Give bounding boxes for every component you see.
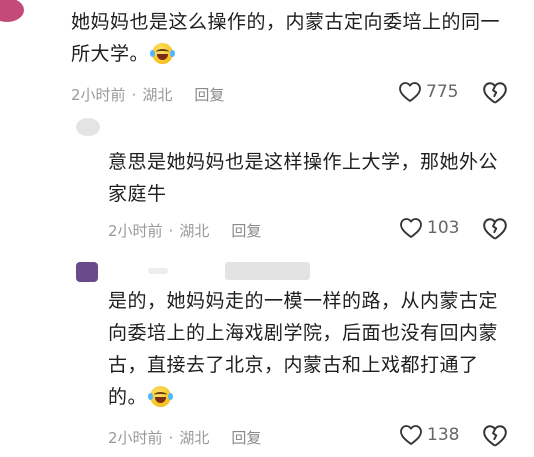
comment-line: 意思是她妈妈也是这样操作上大学，那她外公	[108, 151, 499, 173]
broken-heart-icon[interactable]	[482, 217, 508, 241]
heart-icon	[400, 218, 422, 238]
laughing-crying-emoji-icon	[150, 43, 176, 64]
like-count: 775	[426, 82, 459, 102]
comment-text: 是的，她妈妈走的一模一样的路，从内蒙古定 向委培上的上海戏剧学院，后面也没有回内…	[108, 285, 498, 413]
reply-button[interactable]: 回复	[231, 222, 261, 240]
username-placeholder	[148, 268, 168, 274]
reply-button[interactable]: 回复	[194, 86, 224, 104]
avatar[interactable]	[76, 262, 98, 282]
comment-line: 的。	[108, 381, 498, 413]
comment-line: 是的，她妈妈走的一模一样的路，从内蒙古定	[108, 290, 499, 312]
avatar[interactable]	[0, 0, 24, 22]
like-button[interactable]: 138	[399, 424, 459, 446]
comment-time: 2小时前	[108, 429, 163, 447]
comment-location: 湖北	[179, 222, 210, 240]
reply-button[interactable]: 回复	[231, 429, 261, 447]
heart-icon	[400, 425, 422, 445]
avatar[interactable]	[76, 118, 100, 136]
username-placeholder	[225, 262, 310, 280]
comment-location: 湖北	[142, 86, 173, 104]
comment-line-text: 的。	[108, 386, 148, 408]
comment-meta: 2小时前 · 湖北 回复	[71, 86, 225, 104]
comment-line: 她妈妈也是这么操作的，内蒙古定向委培上的同一	[71, 11, 501, 33]
comment-time: 2小时前	[71, 86, 126, 104]
broken-heart-icon[interactable]	[482, 81, 508, 105]
like-count: 138	[427, 425, 460, 445]
broken-heart-icon[interactable]	[482, 424, 508, 448]
comment-text: 意思是她妈妈也是这样操作上大学，那她外公 家庭牛	[108, 146, 498, 210]
like-button[interactable]: 103	[399, 217, 459, 239]
comment-line: 古，直接去了北京，内蒙古和上戏都打通了	[108, 354, 479, 376]
comment-meta: 2小时前 · 湖北 回复	[108, 429, 262, 447]
laughing-crying-emoji-icon	[148, 386, 174, 407]
comment-line: 向委培上的上海戏剧学院，后面也没有回内蒙	[108, 322, 499, 344]
comment-text: 她妈妈也是这么操作的，内蒙古定向委培上的同一 所大学。	[71, 6, 500, 70]
heart-icon	[399, 82, 421, 102]
comment-time: 2小时前	[108, 222, 163, 240]
comment-line: 家庭牛	[108, 183, 167, 205]
comment-line-text: 所大学。	[71, 43, 150, 65]
like-count: 103	[427, 218, 460, 238]
comment-meta: 2小时前 · 湖北 回复	[108, 222, 262, 240]
comment-line: 所大学。	[71, 38, 500, 70]
like-button[interactable]: 775	[398, 81, 458, 103]
comment-location: 湖北	[179, 429, 210, 447]
